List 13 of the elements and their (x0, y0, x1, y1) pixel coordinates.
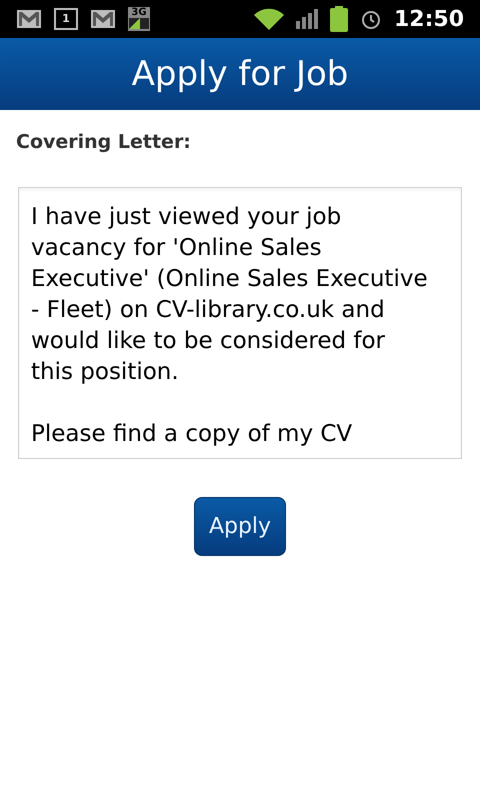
battery-icon (330, 6, 348, 32)
calendar-icon: 1 (54, 8, 78, 30)
signal-icon (296, 9, 318, 29)
field-label: Covering Letter: (16, 131, 191, 153)
mail-icon (90, 9, 116, 29)
apply-button[interactable]: Apply (194, 496, 286, 556)
mail-icon (16, 9, 42, 29)
clock-time: 12:50 (394, 6, 464, 34)
wifi-icon (254, 8, 284, 30)
letter-field[interactable]: I have just viewed your job vacancy for 'Online Sales Executive' (Online Sales Executive - Fleet) on CV-library.co.uk and would like to be considered for this position. Please find a copy of my CV (18, 186, 462, 458)
network-icon: 3G (128, 7, 150, 31)
alarm-icon (360, 8, 382, 30)
page-title: Apply for Job (132, 52, 348, 96)
